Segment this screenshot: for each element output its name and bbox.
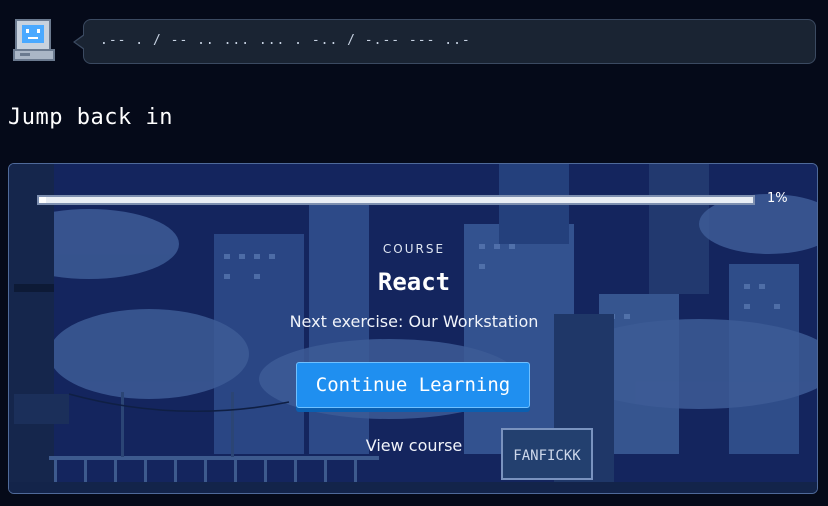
section-title: Jump back in	[8, 105, 173, 130]
course-progress-bar	[37, 195, 755, 205]
assistant-speech-bubble: .-- . / -- .. ... ... . -.. / -.-- --- .…	[83, 19, 816, 64]
next-exercise-text: Next exercise: Our Workstation	[289, 312, 539, 331]
assistant-row: .-- . / -- .. ... ... . -.. / -.-- --- .…	[0, 0, 828, 80]
course-card: FANFICKK 1% COURSE React Next exercise: …	[8, 163, 818, 494]
view-course-link[interactable]: View course	[9, 436, 817, 455]
computer-mascot-icon	[13, 19, 55, 61]
course-progress-fill	[39, 197, 47, 203]
course-eyebrow: COURSE	[382, 242, 446, 256]
course-progress-label: 1%	[767, 191, 788, 206]
speech-bubble-tail-fill	[75, 35, 85, 49]
course-title: React	[377, 268, 451, 296]
continue-learning-button[interactable]: Continue Learning	[296, 362, 530, 408]
assistant-message: .-- . / -- .. ... ... . -.. / -.-- --- .…	[100, 33, 471, 48]
